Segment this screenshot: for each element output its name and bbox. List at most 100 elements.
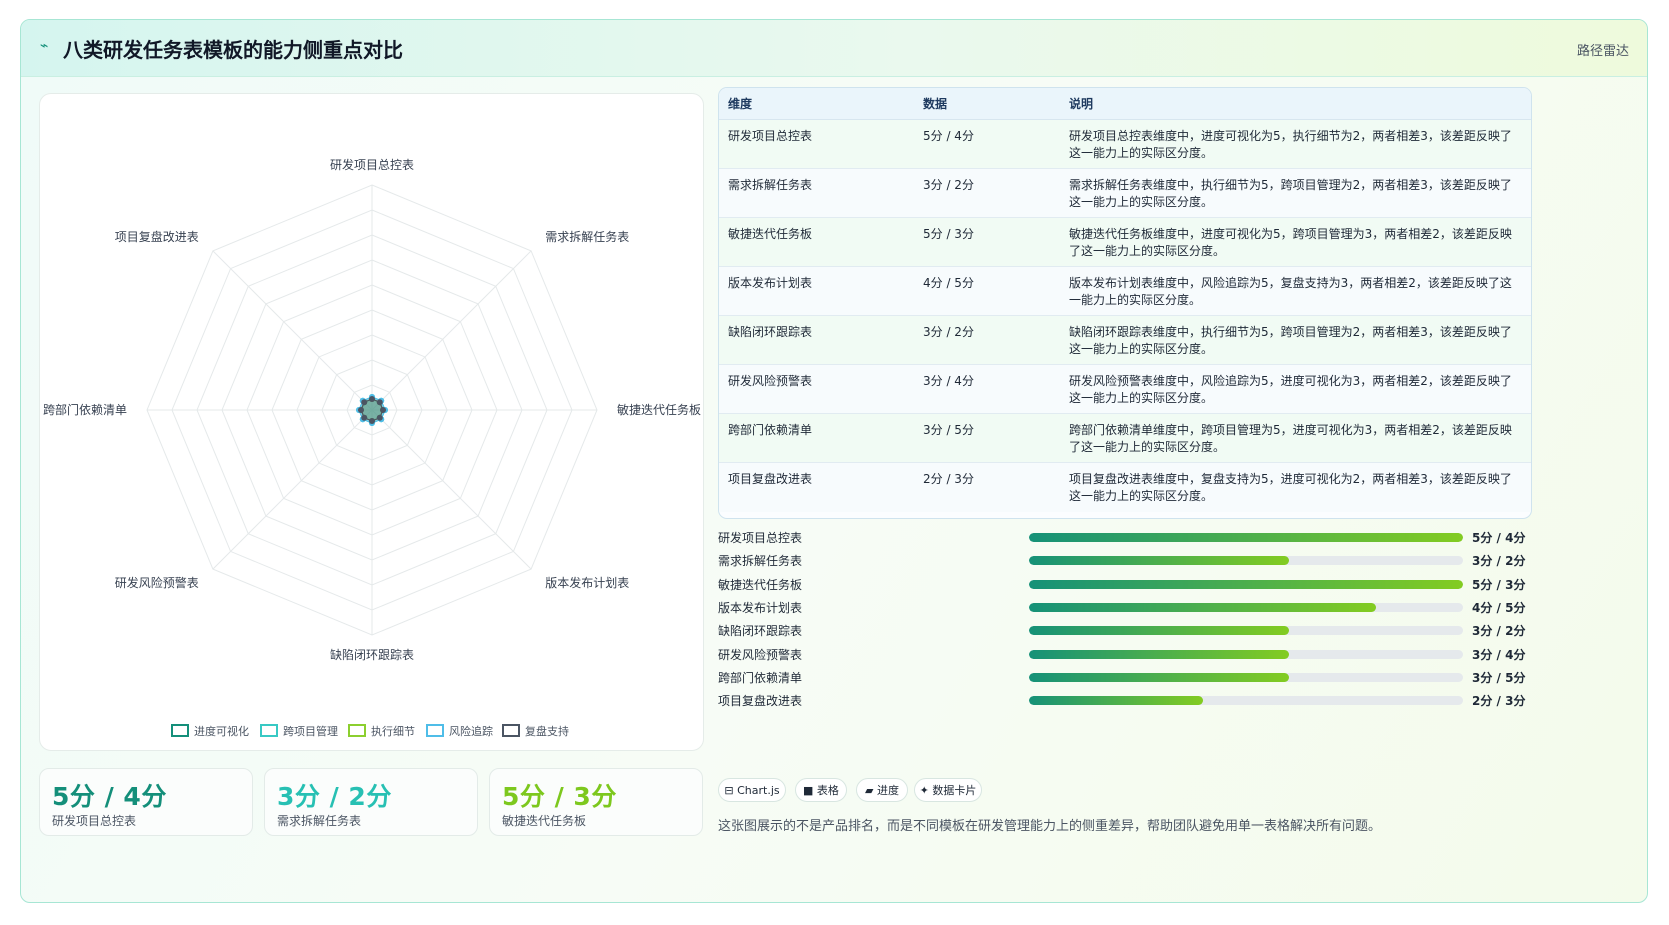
kpi-value: 5分 / 4分	[52, 782, 167, 811]
progress-label: 研发项目总控表	[718, 531, 803, 545]
legend-swatch	[348, 724, 366, 737]
app-window: ⌁ 八类研发任务表模板的能力侧重点对比 路径雷达 研发项目总控表 需求拆解任务表敏…	[20, 19, 1648, 903]
kpi-card: 3分 / 2分 需求拆解任务表	[264, 768, 478, 836]
progress-value: 5分 / 4分	[1472, 531, 1526, 545]
progress-value: 4分 / 5分	[1472, 600, 1526, 615]
chip-table[interactable]: ⊟ Chart.js	[718, 778, 786, 802]
progress-label: 研发风险预警表	[718, 647, 803, 662]
legend-label: 执行细节	[371, 724, 415, 738]
table-row: 研发风险预警表 3分 / 4分 研发风险预警表维度中，风险追踪为5，进度可视化为3，…	[719, 364, 1531, 414]
footer-note: 这张图展示的不是产品排名，而是不同模板在研发管理能力上的侧重差异，帮助团队避免用…	[718, 819, 1382, 834]
chip-square[interactable]: ■ 表格	[795, 778, 847, 802]
legend-label: 进度可视化	[194, 724, 249, 738]
progress-fill	[1029, 626, 1290, 636]
table-cell-data: 3分 / 4分	[914, 364, 1060, 414]
table-cell-description: 敏捷迭代任务板维度中，进度可视化为5，跨项目管理为3，两者相差2，该差距反映了这…	[1060, 217, 1531, 267]
legend-swatch	[171, 724, 189, 737]
table-header-data: 数据	[914, 88, 1060, 120]
progress-value: 5分 / 3分	[1472, 577, 1526, 592]
progress-fill	[1029, 556, 1290, 566]
progress-track	[1029, 556, 1463, 566]
legend-label: 风险追踪	[449, 724, 493, 738]
table-header-description: 说明	[1060, 88, 1531, 120]
radar-point	[369, 396, 375, 402]
progress-bar-list: 研发项目总控表 5分 / 4分 需求拆解任务表 3分 / 2分 敏捷迭代任务板 5分 / …	[718, 526, 1532, 711]
progress-row: 版本发布计划表 4分 / 5分	[718, 596, 1532, 619]
progress-track	[1029, 579, 1463, 589]
legend-label: 跨项目管理	[283, 724, 338, 738]
table-row: 跨部门依赖清单 3分 / 5分 跨部门依赖清单维度中，跨项目管理为5，进度可视化为3…	[719, 413, 1531, 463]
progress-fill	[1029, 533, 1463, 542]
kpi-card: 5分 / 3分 敏捷迭代任务板	[489, 768, 703, 836]
progress-label: 版本发布计划表	[718, 600, 803, 615]
progress-row: 敏捷迭代任务板 5分 / 3分	[718, 573, 1532, 596]
legend-swatch	[260, 724, 278, 737]
radar-spoke	[371, 250, 532, 411]
progress-track	[1029, 649, 1463, 659]
table-row: 项目复盘改进表 2分 / 3分 项目复盘改进表维度中，复盘支持为5，进度可视化为2，…	[719, 462, 1531, 512]
progress-row: 研发项目总控表 5分 / 4分	[718, 526, 1532, 549]
kpi-card: 5分 / 4分研发项目总控表	[39, 768, 253, 836]
table-cell-data: 3分 / 5分	[914, 413, 1060, 463]
radar-axis-label: 缺陷闭环跟踪表	[330, 647, 414, 662]
radar-axis-label: 需求拆解任务表	[545, 229, 629, 244]
table-cell-data: 5分 / 4分	[914, 119, 1060, 169]
kpi-label: 敏捷迭代任务板	[502, 814, 587, 828]
progress-fill	[1029, 672, 1290, 682]
pulse-icon: ⌁	[40, 38, 49, 54]
table-cell-data: 4分 / 5分	[914, 266, 1060, 316]
progress-track	[1029, 696, 1463, 706]
radar-point	[361, 399, 368, 406]
progress-label: 项目复盘改进表	[718, 694, 803, 709]
table-row: 研发项目总控表 5分 / 4分 研发项目总控表维度中，进度可视化为5，执行细节为2，…	[719, 119, 1531, 169]
chip-progress[interactable]: ▰ 进度	[856, 778, 908, 802]
radar-point	[358, 407, 364, 413]
table-cell-description: 研发项目总控表维度中，进度可视化为5，执行细节为2，两者相差3，该差距反映了这一…	[1060, 119, 1531, 169]
progress-row: 研发风险预警表 3分 / 4分	[718, 643, 1532, 666]
header-tag: 路径雷达	[1576, 44, 1629, 59]
chip-sparkle[interactable]: ✦ 数据卡片	[914, 778, 982, 802]
radar-axis-label: 研发风险预警表	[115, 575, 199, 590]
progress-label: 缺陷闭环跟踪表	[718, 624, 803, 639]
table-cell-description: 需求拆解任务表维度中，执行细节为5，跨项目管理为2，两者相差3，该差距反映了这一…	[1060, 168, 1531, 218]
progress-label: 敏捷迭代任务板	[718, 577, 803, 592]
progress-fill	[1029, 649, 1290, 659]
table-cell-data: 2分 / 3分	[914, 462, 1060, 512]
table-cell-dimension: 需求拆解任务表	[719, 168, 914, 218]
radar-point	[361, 414, 368, 421]
table-header-row: 维度 数据 说明	[719, 88, 1531, 120]
radar-axis-label: 跨部门依赖清单	[43, 402, 127, 417]
table-cell-data: 5分 / 3分	[914, 217, 1060, 267]
progress-value: 3分 / 4分	[1472, 647, 1526, 662]
comparison-table: 维度 数据 说明 研发项目总控表 5分 / 4分 研发项目总控表维度中，进度可视化为…	[718, 87, 1532, 519]
table-cell-dimension: 敏捷迭代任务板	[719, 217, 914, 267]
progress-value: 3分 / 5分	[1472, 670, 1526, 685]
kpi-value: 3分 / 2分	[277, 782, 392, 811]
progress-value: 3分 / 2分	[1472, 624, 1526, 639]
radar-chart-card: 研发项目总控表 需求拆解任务表 敏捷迭代任务板 版本发布计划表 缺陷闭环跟踪表 研发风险预…	[39, 93, 704, 751]
radar-point	[380, 407, 386, 413]
table-cell-description: 版本发布计划表维度中，风险追踪为5，复盘支持为3，两者相差2，该差距反映了这一能…	[1060, 266, 1531, 316]
table-cell-dimension: 项目复盘改进表	[719, 462, 914, 512]
progress-track	[1029, 533, 1463, 542]
progress-fill	[1029, 696, 1203, 706]
table-row: 版本发布计划表 4分 / 5分 版本发布计划表维度中，风险追踪为5，复盘支持为3，两…	[719, 266, 1531, 316]
legend-swatch	[502, 724, 520, 737]
radar-axis-label: 敏捷迭代任务板	[617, 402, 701, 417]
radar-point	[376, 399, 383, 406]
table-cell-data: 3分 / 2分	[914, 168, 1060, 218]
progress-track	[1029, 626, 1463, 636]
radar-spoke	[371, 409, 532, 570]
page-title: 八类研发任务表模板的能力侧重点对比	[63, 38, 403, 62]
table-cell-dimension: 研发风险预警表	[719, 364, 914, 414]
radar-chart: 研发项目总控表需求拆解任务表敏捷迭代任务板版本发布计划表缺陷闭环跟踪表 研发风险预…	[43, 157, 701, 738]
progress-track	[1029, 672, 1463, 682]
header: ⌁ 八类研发任务表模板的能力侧重点对比 路径雷达	[21, 20, 1647, 77]
legend-swatch	[426, 724, 444, 737]
radar-point	[376, 414, 383, 421]
progress-row: 缺陷闭环跟踪表 3分 / 2分	[718, 619, 1532, 642]
progress-row: 项目复盘改进表 2分 / 3分	[718, 689, 1532, 712]
table-row: 敏捷迭代任务板 5分 / 3分 敏捷迭代任务板维度中，进度可视化为5，跨项目管理为3…	[719, 217, 1531, 267]
kpi-label: 研发项目总控表	[52, 814, 137, 828]
radar-axis-label: 项目复盘改进表	[115, 229, 199, 244]
